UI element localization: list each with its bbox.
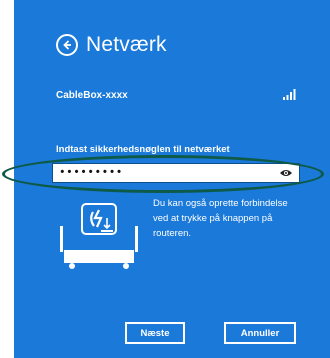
- wps-instructions: Du kan også oprette forbindelse ved at t…: [153, 198, 288, 239]
- security-key-input[interactable]: [53, 166, 271, 180]
- router-wps-icon: [60, 203, 138, 269]
- screenshot-canvas: Netværk CableBox-xxxx Indtast sikkerheds…: [0, 0, 330, 358]
- cancel-button[interactable]: Annuller: [224, 322, 296, 344]
- eye-icon[interactable]: [279, 168, 293, 178]
- security-key-prompt: Indtast sikkerhedsnøglen til netværket: [56, 144, 230, 155]
- back-arrow-glyph: [63, 40, 71, 50]
- network-name: CableBox-xxxx: [56, 90, 128, 101]
- back-arrow-circle-icon[interactable]: [56, 34, 78, 56]
- next-button[interactable]: Næste: [125, 322, 185, 344]
- panel-header: Netværk: [56, 33, 167, 57]
- signal-strength-icon: [283, 89, 296, 100]
- page-title: Netværk: [86, 33, 167, 56]
- security-key-field[interactable]: [52, 163, 300, 183]
